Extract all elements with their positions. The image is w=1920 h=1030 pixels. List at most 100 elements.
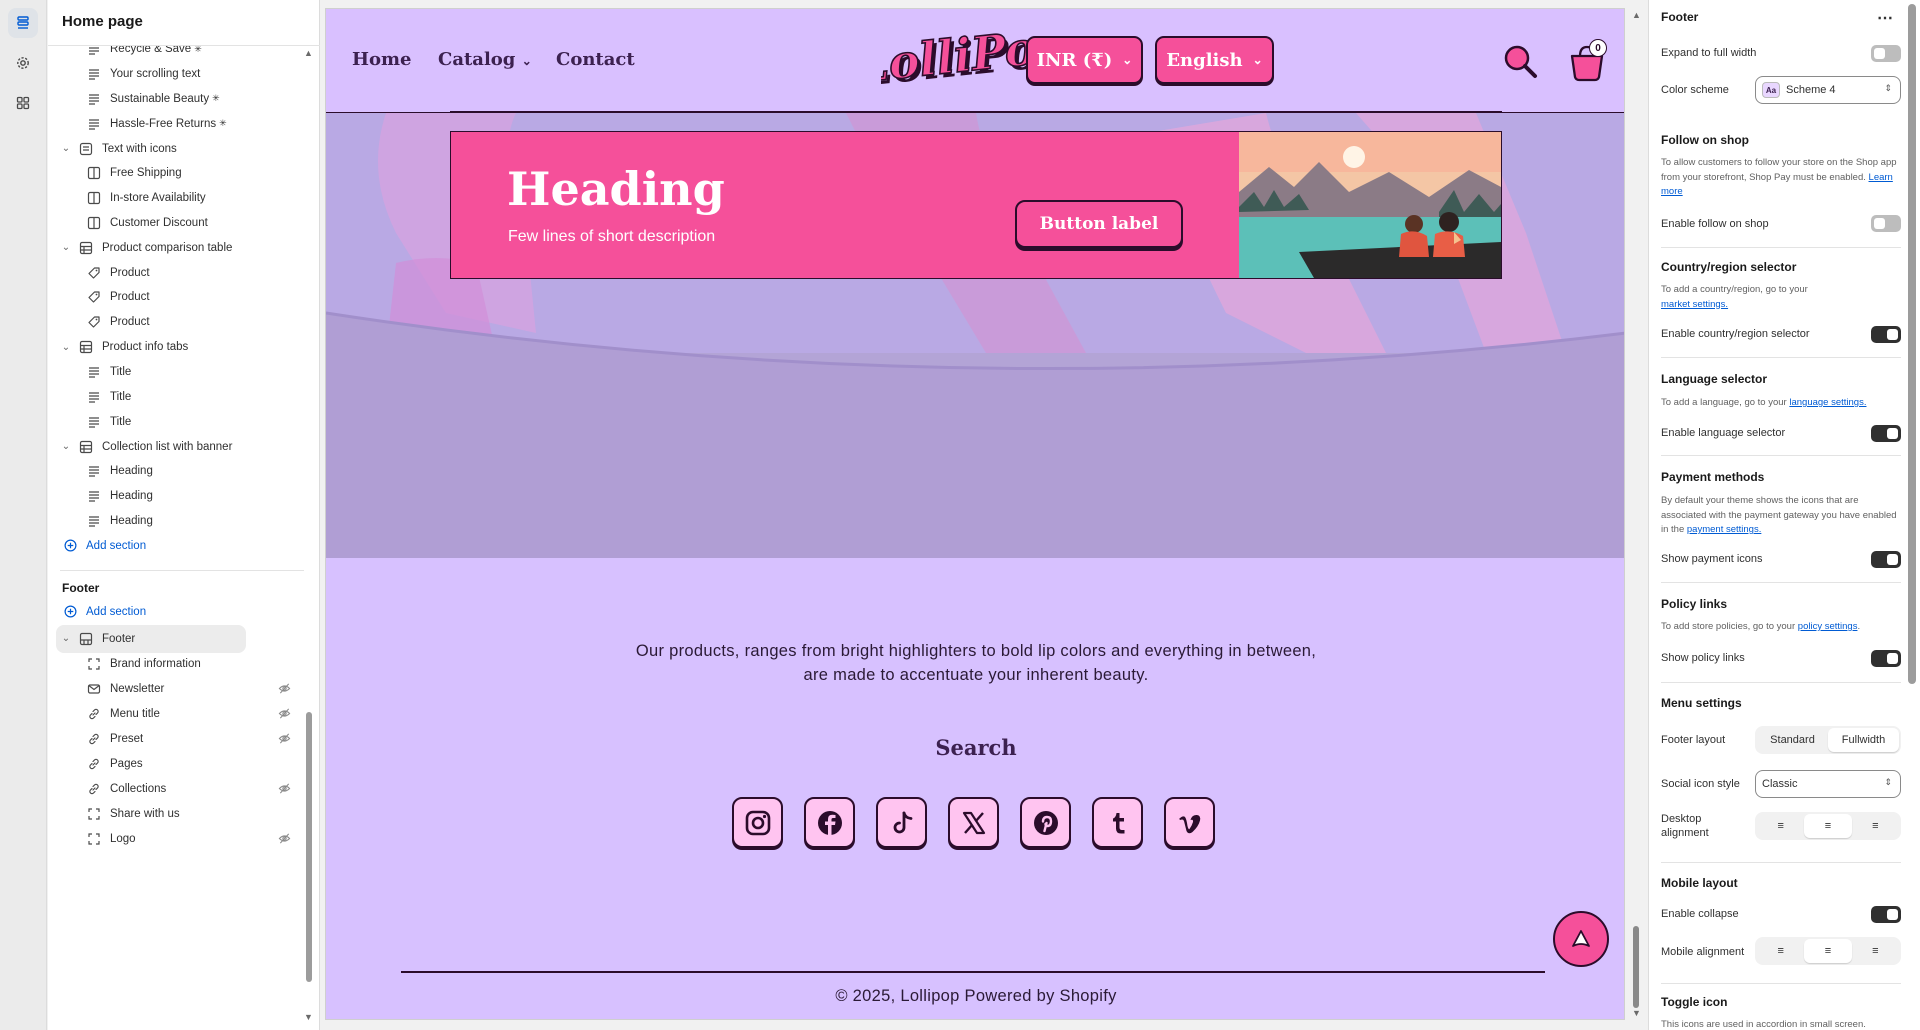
tree-block[interactable]: Title — [86, 408, 131, 436]
more-actions-icon[interactable]: ⋯ — [1877, 8, 1894, 28]
tree-item-label: Product — [110, 291, 150, 304]
mobile-alignment-segmented: ≡ ≡ ≡ — [1755, 937, 1901, 965]
tiktok-icon[interactable] — [876, 797, 927, 848]
nav-home[interactable]: Home — [352, 49, 412, 70]
market-settings-link[interactable]: market settings. — [1661, 299, 1728, 310]
divider — [1661, 357, 1901, 358]
add-section-button[interactable]: Add section — [62, 598, 146, 626]
tree-scrollbar[interactable] — [306, 712, 312, 982]
text-block-icon — [86, 488, 102, 504]
tree-block[interactable]: Heading — [86, 482, 153, 510]
eye-hidden-icon[interactable] — [278, 832, 291, 848]
tree-block[interactable]: Collections — [86, 775, 291, 803]
align-center-icon[interactable]: ≡ — [1804, 814, 1852, 838]
language-settings-link[interactable]: language settings. — [1789, 397, 1866, 408]
gear-icon[interactable] — [8, 48, 38, 78]
tree-block[interactable]: Your scrolling text — [86, 60, 200, 88]
tree-block[interactable]: Preset — [86, 725, 291, 753]
link-icon — [86, 756, 102, 772]
tree-block[interactable]: Menu title — [86, 700, 291, 728]
preview-scrollbar[interactable]: ▲ ▼ — [1630, 8, 1642, 1020]
sections-icon[interactable] — [8, 8, 38, 38]
tree-block[interactable]: Customer Discount — [86, 209, 208, 237]
tree-section[interactable]: ⌄ Footer — [56, 624, 246, 653]
settings-scrollbar[interactable] — [1908, 4, 1916, 684]
x-icon[interactable] — [948, 797, 999, 848]
tree-block[interactable]: Logo — [86, 825, 291, 853]
banner-button[interactable]: Button label — [1015, 200, 1183, 248]
eye-hidden-icon[interactable] — [278, 732, 291, 748]
tree-block[interactable]: Product — [86, 283, 150, 311]
policy-settings-link[interactable]: policy settings — [1798, 621, 1858, 632]
eye-hidden-icon[interactable] — [278, 707, 291, 723]
tree-block[interactable]: Newsletter — [86, 675, 291, 703]
back-to-top-button[interactable] — [1553, 911, 1609, 967]
align-left-icon[interactable]: ≡ — [1757, 939, 1804, 963]
payment-heading: Payment methods — [1661, 470, 1765, 484]
nav-catalog[interactable]: Catalog ⌄ — [438, 49, 532, 70]
facebook-icon[interactable] — [804, 797, 855, 848]
plus-circle-icon — [62, 538, 78, 554]
chevron-down-icon[interactable]: ⌄ — [60, 143, 72, 154]
payment-toggle[interactable] — [1871, 551, 1901, 568]
scroll-up-icon[interactable]: ▲ — [304, 48, 313, 58]
tree-block[interactable]: Heading — [86, 457, 153, 485]
vimeo-icon[interactable] — [1164, 797, 1215, 848]
instagram-icon[interactable] — [732, 797, 783, 848]
collapse-label: Enable collapse — [1661, 908, 1739, 920]
country-toggle[interactable] — [1871, 326, 1901, 343]
scroll-up-icon[interactable]: ▲ — [1632, 10, 1641, 20]
chevron-down-icon[interactable]: ⌄ — [60, 633, 72, 644]
pinterest-icon[interactable] — [1020, 797, 1071, 848]
eye-hidden-icon[interactable] — [278, 782, 291, 798]
tree-block[interactable]: Brand information — [86, 650, 201, 678]
align-center-icon[interactable]: ≡ — [1804, 939, 1852, 963]
tree-block[interactable]: Title — [86, 358, 131, 386]
align-right-icon[interactable]: ≡ — [1852, 939, 1899, 963]
tumblr-icon[interactable] — [1092, 797, 1143, 848]
collapse-toggle[interactable] — [1871, 906, 1901, 923]
follow-heading: Follow on shop — [1661, 133, 1749, 147]
search-icon[interactable] — [1501, 42, 1539, 80]
tree-block[interactable]: Title — [86, 383, 131, 411]
tree-block[interactable]: Hassle-Free Returns ✳ — [86, 110, 227, 138]
expand-toggle[interactable] — [1871, 45, 1901, 62]
table-icon — [78, 339, 94, 355]
scroll-down-icon[interactable]: ▼ — [1632, 1008, 1641, 1018]
tree-item-label: Heading — [110, 514, 153, 527]
currency-selector[interactable]: INR (₹) ⌄ — [1026, 36, 1143, 84]
tree-block[interactable]: In-store Availability — [86, 184, 206, 212]
tree-item-label: Product — [110, 316, 150, 329]
color-scheme-select[interactable]: Aa Scheme 4 ⇕ — [1755, 76, 1901, 104]
apps-icon[interactable] — [8, 88, 38, 118]
tree-block[interactable]: Free Shipping — [86, 159, 182, 187]
policy-toggle[interactable] — [1871, 650, 1901, 667]
link-icon — [86, 781, 102, 797]
chevron-down-icon[interactable]: ⌄ — [60, 242, 72, 253]
language-selector[interactable]: English ⌄ — [1155, 36, 1274, 84]
tree-block[interactable]: Pages — [86, 750, 143, 778]
chevron-down-icon[interactable]: ⌄ — [60, 441, 72, 452]
align-right-icon[interactable]: ≡ — [1852, 814, 1899, 838]
social-style-select[interactable]: Classic ⇕ — [1755, 770, 1901, 798]
toggle-icon-help: This icons are used in accordion in smal… — [1661, 1019, 1866, 1030]
payment-settings-link[interactable]: payment settings. — [1687, 524, 1761, 535]
tree-block[interactable]: Share with us — [86, 800, 180, 828]
layout-standard-option[interactable]: Standard — [1757, 728, 1828, 752]
tree-item-label: Brand information — [110, 657, 201, 670]
tree-block[interactable]: Heading — [86, 507, 153, 535]
language-toggle[interactable] — [1871, 425, 1901, 442]
add-section-button[interactable]: Add section — [62, 532, 146, 560]
tree-block[interactable]: Product — [86, 308, 150, 336]
scroll-down-icon[interactable]: ▼ — [304, 1012, 313, 1022]
preview-scroll-thumb[interactable] — [1633, 926, 1639, 1008]
tree-block[interactable]: Sustainable Beauty ✳ — [86, 85, 220, 113]
layout-fullwidth-option[interactable]: Fullwidth — [1828, 728, 1899, 752]
nav-contact[interactable]: Contact — [556, 49, 635, 70]
follow-toggle[interactable] — [1871, 215, 1901, 232]
align-left-icon[interactable]: ≡ — [1757, 814, 1804, 838]
chevron-down-icon[interactable]: ⌄ — [60, 342, 72, 353]
page-title[interactable]: Home page — [62, 13, 143, 30]
tree-block[interactable]: Product — [86, 259, 150, 287]
eye-hidden-icon[interactable] — [278, 682, 291, 698]
